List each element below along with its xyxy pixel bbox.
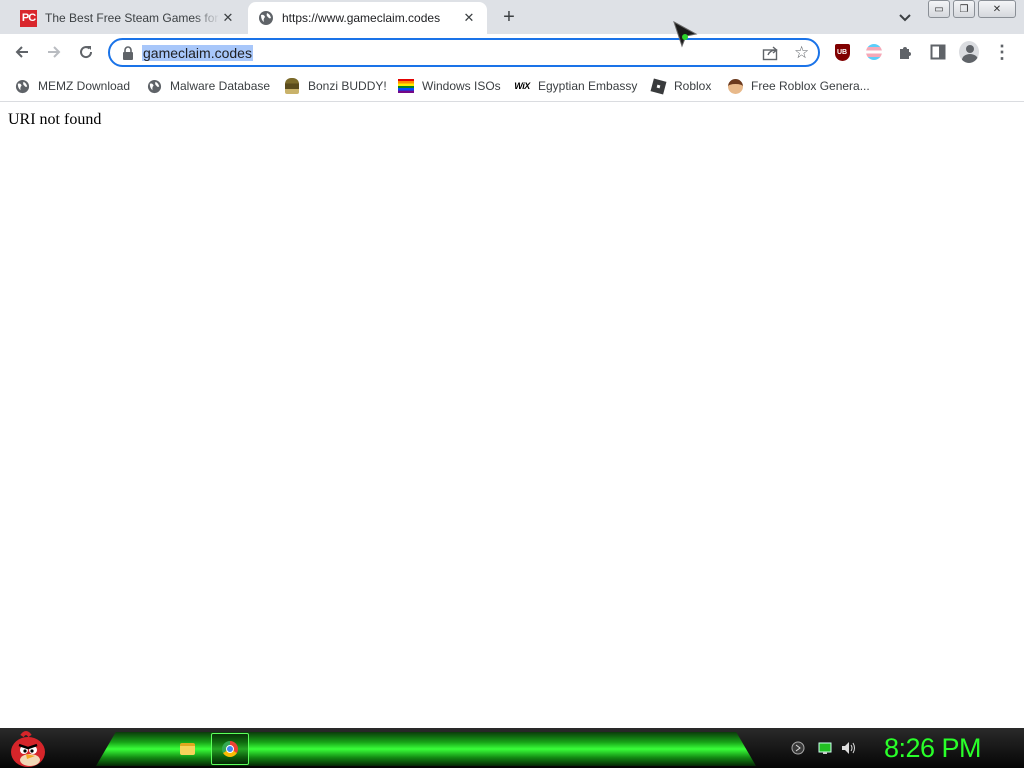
url-text[interactable]: gameclaim.codes [142,45,253,61]
error-message: URI not found [8,111,102,128]
close-icon[interactable]: ✕ [461,10,477,26]
reload-button[interactable] [72,38,100,66]
shield-tray-icon[interactable] [790,740,806,756]
bookmark-label: Malware Database [170,79,271,93]
page-content: URI not found [0,103,1024,728]
menu-dots: ⋮ [993,42,1011,62]
avatar [959,41,979,63]
roblox-icon [650,78,666,94]
extensions-puzzle-icon [900,47,911,59]
bookmark-windows-isos[interactable]: Windows ISOs [398,75,501,97]
volume-tray-icon[interactable] [841,740,857,756]
bonzi-icon [284,78,300,94]
bookmark-label: Egyptian Embassy [538,79,638,93]
tab-gameclaim[interactable]: https://www.gameclaim.codes ✕ [248,2,487,34]
profile-avatar-icon[interactable] [959,41,979,63]
back-button[interactable] [8,38,36,66]
chevron-down-icon[interactable] [896,8,914,26]
wix-logo-text: WiX [514,81,530,91]
bookmark-label: Roblox [674,79,712,93]
bookmark-label: Windows ISOs [422,79,501,93]
tab-steam-games[interactable]: PC The Best Free Steam Games for 2 ✕ [10,2,246,34]
globe-icon [259,11,273,25]
bookmarks-bar: MEMZ Download Malware Database Bonzi BUD… [0,70,1024,102]
lock-icon[interactable] [122,46,134,60]
taskbar-clock[interactable]: 8:26 PM [884,733,982,764]
globe-icon [146,78,162,94]
avatar-face-icon [727,78,743,94]
reload-icon [80,46,93,59]
ublock-badge: UB [834,43,850,61]
network-tray-icon[interactable] [817,740,833,756]
pcmag-icon: PC [20,9,37,27]
close-icon[interactable]: ✕ [220,10,236,26]
side-panel-glyph-icon [930,44,946,60]
file-explorer-taskbar-button[interactable] [168,733,206,765]
address-bar[interactable]: gameclaim.codes ☆ [108,38,820,67]
puzzle-icon[interactable] [896,42,916,62]
arrow-right-icon [48,46,61,58]
bookmark-label: MEMZ Download [38,79,131,93]
browser-toolbar: gameclaim.codes ☆ UB ⋮ [0,34,1024,70]
bookmark-free-roblox-generator[interactable]: Free Roblox Genera... [727,75,870,97]
bookmark-memz[interactable]: MEMZ Download [14,75,130,97]
flag-icon [866,44,882,60]
minimize-button[interactable]: ▭ [928,0,950,18]
bookmark-malware-database[interactable]: Malware Database [146,75,270,97]
tab-title: The Best Free Steam Games for 2 [45,11,220,25]
side-panel-icon[interactable] [928,42,948,62]
bookmark-egyptian-embassy[interactable]: WiX Egyptian Embassy [514,75,637,97]
bookmark-label: Bonzi BUDDY! [308,79,387,93]
wix-icon: WiX [514,78,530,94]
chrome-taskbar-button[interactable] [211,733,249,765]
kebab-menu-icon[interactable]: ⋮ [992,42,1012,62]
bookmark-star-icon[interactable]: ☆ [794,43,809,63]
tab-title: https://www.gameclaim.codes [282,11,441,25]
arrow-left-icon [15,46,28,58]
angry-bird-start-icon[interactable] [6,728,50,768]
forward-button[interactable] [40,38,68,66]
bookmark-roblox[interactable]: Roblox [650,75,711,97]
maximize-button[interactable]: ❐ [953,0,975,18]
rainbow-flag-icon [398,78,414,94]
globe-icon [14,78,30,94]
mouse-cursor-icon [673,20,698,48]
bookmark-label: Free Roblox Genera... [751,79,870,93]
window-close-button[interactable]: ✕ [978,0,1016,18]
trans-flag-extension-icon[interactable] [864,42,884,62]
taskbar: 8:26 PM [0,728,1024,768]
file-explorer-icon [179,743,195,755]
share-icon[interactable] [762,45,780,61]
new-tab-button[interactable]: + [498,6,520,28]
bookmark-bonzi-buddy[interactable]: Bonzi BUDDY! [284,75,387,97]
tab-strip: PC The Best Free Steam Games for 2 ✕ htt… [0,0,1024,34]
chrome-icon [222,741,238,757]
ublock-origin-icon[interactable]: UB [832,42,852,62]
